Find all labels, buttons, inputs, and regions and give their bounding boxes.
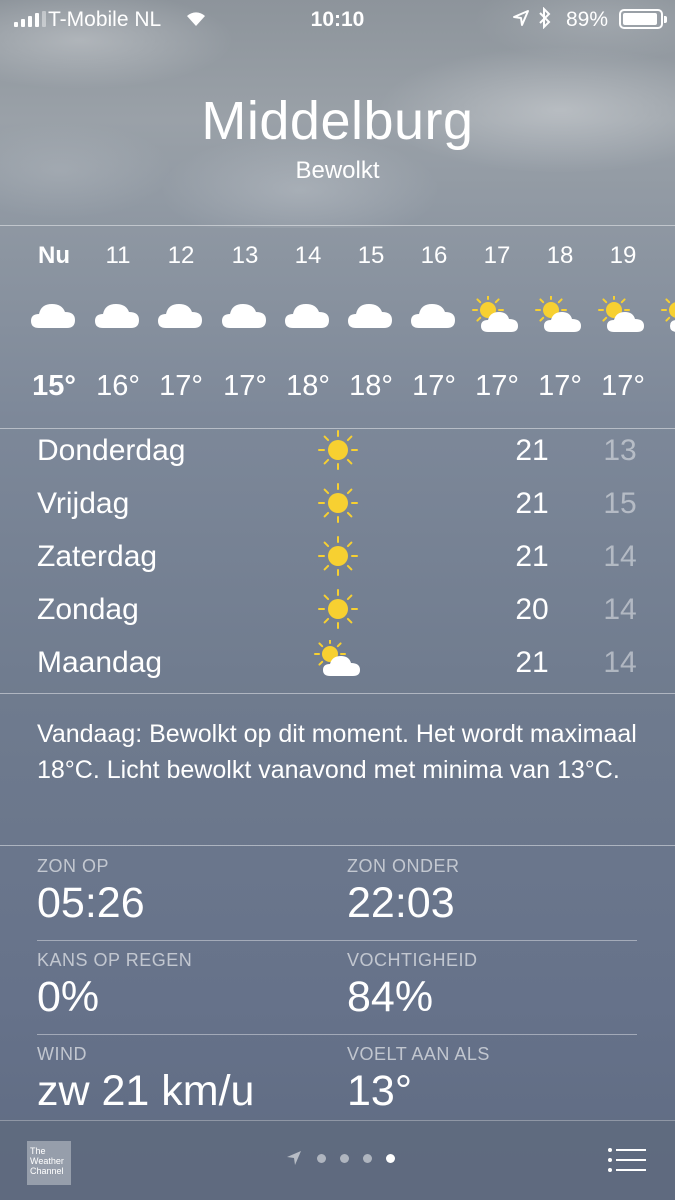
hour-label: 17	[483, 242, 511, 269]
day-high-temp: 21	[515, 540, 549, 573]
bluetooth-icon	[538, 6, 552, 35]
day-name: Donderdag	[37, 434, 186, 467]
detail-value: zw 21 km/u	[37, 1067, 255, 1115]
hour-label: 13	[231, 242, 259, 269]
detail-value: 22:03	[347, 879, 455, 927]
sun-icon	[314, 481, 362, 525]
hour-label: Nu	[38, 242, 70, 269]
detail-value: 84%	[347, 973, 434, 1021]
day-name: Zondag	[37, 593, 139, 626]
day-high-temp: 21	[515, 434, 549, 467]
cloud-icon	[220, 296, 270, 336]
rain-chance-detail: KANS OP REGEN 0%	[37, 950, 327, 1022]
sun-icon	[314, 428, 362, 472]
sunset-detail: ZON ONDER 22:03	[347, 856, 637, 928]
detail-label: ZON OP	[37, 856, 110, 876]
divider	[0, 225, 675, 226]
daily-row: Zondag 20 14	[0, 587, 675, 639]
humidity-detail: VOCHTIGHEID 84%	[347, 950, 637, 1022]
partly-cloudy-icon	[314, 638, 362, 684]
daily-row: Vrijdag 21 15	[0, 481, 675, 533]
hour-temp: 1	[649, 370, 675, 403]
cloud-icon	[346, 296, 396, 336]
hour-label: 11	[105, 242, 131, 269]
detail-label: KANS OP REGEN	[37, 950, 193, 970]
hour-label: 18	[546, 242, 574, 269]
status-bar: T-Mobile NL 10:10 89%	[0, 0, 675, 40]
page-dot[interactable]	[340, 1153, 349, 1163]
page-dot[interactable]	[363, 1153, 372, 1163]
partly-cloudy-icon	[598, 294, 648, 336]
day-high-temp: 21	[515, 487, 549, 520]
cloud-icon	[93, 296, 143, 336]
detail-value: 05:26	[37, 879, 145, 927]
day-low-temp: 14	[603, 646, 637, 679]
sun-icon	[314, 534, 362, 578]
hour-label: 15	[357, 242, 385, 269]
hour-temp: 17°	[159, 370, 203, 402]
city-name: Middelburg	[201, 91, 474, 151]
daily-row: Maandag 21 14	[0, 638, 675, 692]
day-low-temp: 14	[603, 540, 637, 573]
partly-cloudy-icon	[661, 296, 675, 336]
page-dot-active[interactable]	[386, 1153, 395, 1163]
cloud-icon	[156, 296, 206, 336]
wind-detail: WIND zw 21 km/u	[37, 1044, 327, 1116]
detail-value: 0%	[37, 973, 100, 1021]
day-low-temp: 13	[603, 434, 637, 467]
hour-label: 16	[420, 242, 448, 269]
detail-label: ZON ONDER	[347, 856, 460, 876]
location-page-icon[interactable]	[285, 1149, 303, 1167]
day-name: Zaterdag	[37, 540, 158, 573]
day-name: Maandag	[37, 646, 163, 679]
partly-cloudy-icon	[472, 294, 522, 336]
battery-percentage: 89%	[566, 8, 609, 31]
sun-icon	[314, 587, 362, 631]
detail-label: VOELT AAN ALS	[347, 1044, 490, 1064]
daily-row: Donderdag 21 13	[0, 428, 675, 480]
battery-icon	[619, 9, 667, 29]
feels-like-detail: VOELT AAN ALS 13°	[347, 1044, 637, 1116]
cloud-icon	[283, 296, 333, 336]
divider	[0, 693, 675, 694]
sunrise-detail: ZON OP 05:26	[37, 856, 327, 928]
city-list-icon[interactable]	[607, 1147, 647, 1173]
hourly-forecast[interactable]: Nu 15° 11 16° 12 17° 13 17° 14 18° 15 18° 16 17° 17 17°…	[0, 228, 675, 428]
weather-channel-logo[interactable]: The Weather Channel	[27, 1141, 71, 1185]
hour-label: 19	[609, 242, 637, 269]
cloud-icon	[409, 296, 459, 336]
current-condition: Bewolkt	[295, 157, 380, 184]
cloud-icon	[29, 296, 79, 336]
day-low-temp: 15	[603, 487, 637, 520]
partly-cloudy-icon	[535, 294, 585, 336]
hour-label: 2	[655, 242, 675, 270]
detail-label: VOCHTIGHEID	[347, 950, 478, 970]
daily-row: Zaterdag 21 14	[0, 534, 675, 586]
day-name: Vrijdag	[37, 487, 130, 520]
location-arrow-icon	[512, 9, 530, 33]
page-dot[interactable]	[317, 1153, 326, 1163]
hour-temp: 15°	[32, 370, 76, 402]
detail-label: WIND	[37, 1044, 87, 1064]
bottom-toolbar: The Weather Channel	[0, 1120, 675, 1200]
hour-label: 12	[167, 242, 195, 269]
today-summary: Vandaag: Bewolkt op dit moment. Het word…	[37, 720, 637, 784]
divider	[37, 1034, 637, 1035]
divider	[0, 845, 675, 846]
divider	[37, 940, 637, 941]
day-low-temp: 14	[603, 593, 637, 626]
day-high-temp: 21	[515, 646, 549, 679]
hour-label: 14	[294, 242, 322, 269]
page-indicator[interactable]	[285, 1149, 395, 1167]
detail-value: 13°	[347, 1067, 413, 1115]
day-high-temp: 20	[515, 593, 549, 626]
